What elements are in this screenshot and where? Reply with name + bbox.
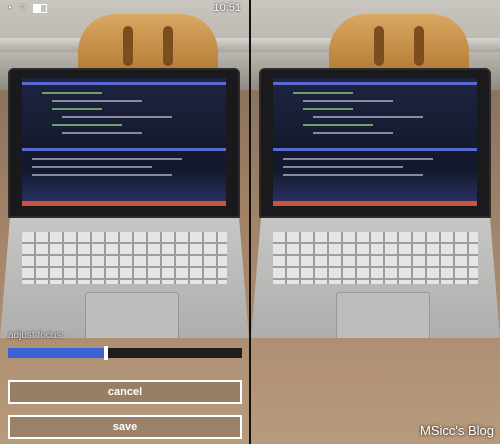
- save-button[interactable]: save: [8, 415, 242, 439]
- focus-slider-thumb[interactable]: [104, 346, 109, 360]
- photo-touchpad: [336, 292, 430, 338]
- cancel-button[interactable]: cancel: [8, 380, 242, 404]
- focus-slider[interactable]: [8, 346, 242, 360]
- photo-laptop-screen: [273, 78, 477, 206]
- photo-laptop-lid: [259, 68, 491, 218]
- photo-keyboard: [22, 232, 227, 284]
- signal-icon: ◔: [6, 2, 13, 14]
- photo-chair: [78, 14, 218, 74]
- blog-watermark: MSicc's Blog: [419, 423, 494, 438]
- photo-laptop-screen: [22, 78, 226, 206]
- photo-laptop-base: [251, 218, 500, 338]
- focus-slider-fill: [8, 348, 107, 358]
- wifi-icon: ⌔: [18, 2, 28, 14]
- camera-preview-photo: [0, 0, 249, 444]
- photo-keyboard: [273, 232, 478, 284]
- status-time: 10:51: [213, 2, 241, 14]
- photo-chair: [329, 14, 469, 74]
- photo-touchpad: [85, 292, 179, 338]
- camera-preview-with-controls: ◔ ⌔ 10:51 adjust focus: cancel save: [0, 0, 249, 444]
- adjust-focus-label: adjust focus:: [8, 330, 65, 341]
- captured-photo-preview: MSicc's Blog: [251, 0, 500, 444]
- status-bar: ◔ ⌔ 10:51: [0, 0, 249, 16]
- message-icon: [33, 3, 48, 13]
- photo-laptop-base: [0, 218, 249, 338]
- photo-laptop-lid: [8, 68, 240, 218]
- captured-photo: [251, 0, 500, 444]
